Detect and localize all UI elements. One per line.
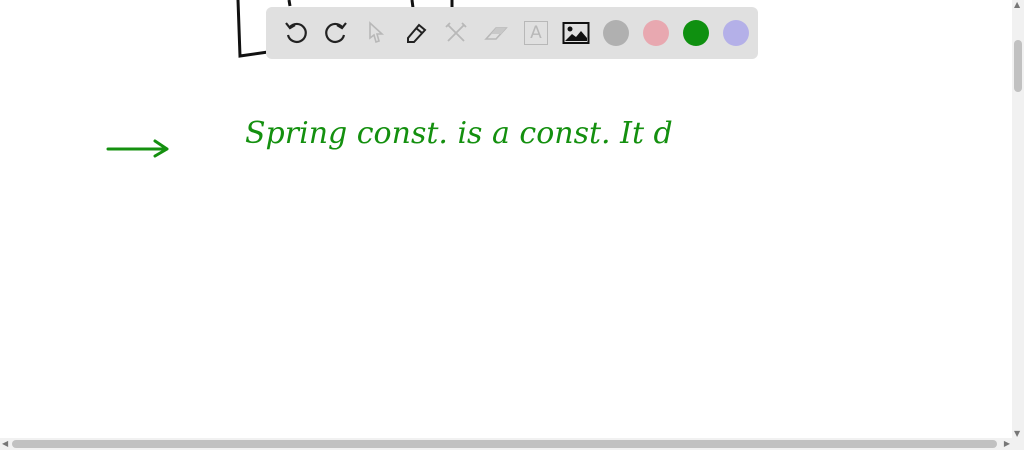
scroll-up-icon[interactable]: ▲ — [1014, 0, 1020, 9]
drawing-toolbar: A — [266, 7, 758, 59]
sketch-drawing — [106, 0, 454, 158]
horizontal-scroll-thumb[interactable] — [12, 440, 997, 448]
vertical-scrollbar[interactable]: ▲ ▼ — [1012, 0, 1024, 438]
scroll-right-icon[interactable]: ▶ — [1004, 439, 1010, 448]
eraser-button[interactable] — [476, 13, 516, 53]
color-swatch-green[interactable] — [683, 20, 709, 46]
text-button[interactable]: A — [516, 13, 556, 53]
select-button[interactable] — [356, 13, 396, 53]
undo-button[interactable] — [276, 13, 316, 53]
horizontal-scrollbar[interactable]: ◀ ▶ — [0, 438, 1024, 450]
pencil-button[interactable] — [396, 13, 436, 53]
color-swatch-pink[interactable] — [643, 20, 669, 46]
color-swatch-gray[interactable] — [603, 20, 629, 46]
scroll-down-icon[interactable]: ▼ — [1014, 429, 1020, 438]
tools-icon — [445, 22, 467, 42]
redo-icon — [325, 22, 347, 44]
color-swatch-lavender[interactable] — [723, 20, 749, 46]
pencil-icon — [407, 23, 427, 43]
eraser-icon — [484, 27, 508, 40]
undo-icon — [285, 22, 307, 44]
scroll-left-icon[interactable]: ◀ — [2, 439, 8, 448]
tools-button[interactable] — [436, 13, 476, 53]
select-pointer-icon — [369, 21, 385, 44]
text-icon: A — [524, 21, 548, 45]
image-button[interactable] — [556, 13, 596, 53]
arrow-stroke — [106, 139, 169, 158]
text-icon-label: A — [530, 23, 542, 43]
image-icon — [562, 22, 590, 44]
handwritten-note: Spring const. is a const. It d — [245, 116, 673, 151]
redo-button[interactable] — [316, 13, 356, 53]
vertical-scroll-thumb[interactable] — [1014, 40, 1022, 92]
